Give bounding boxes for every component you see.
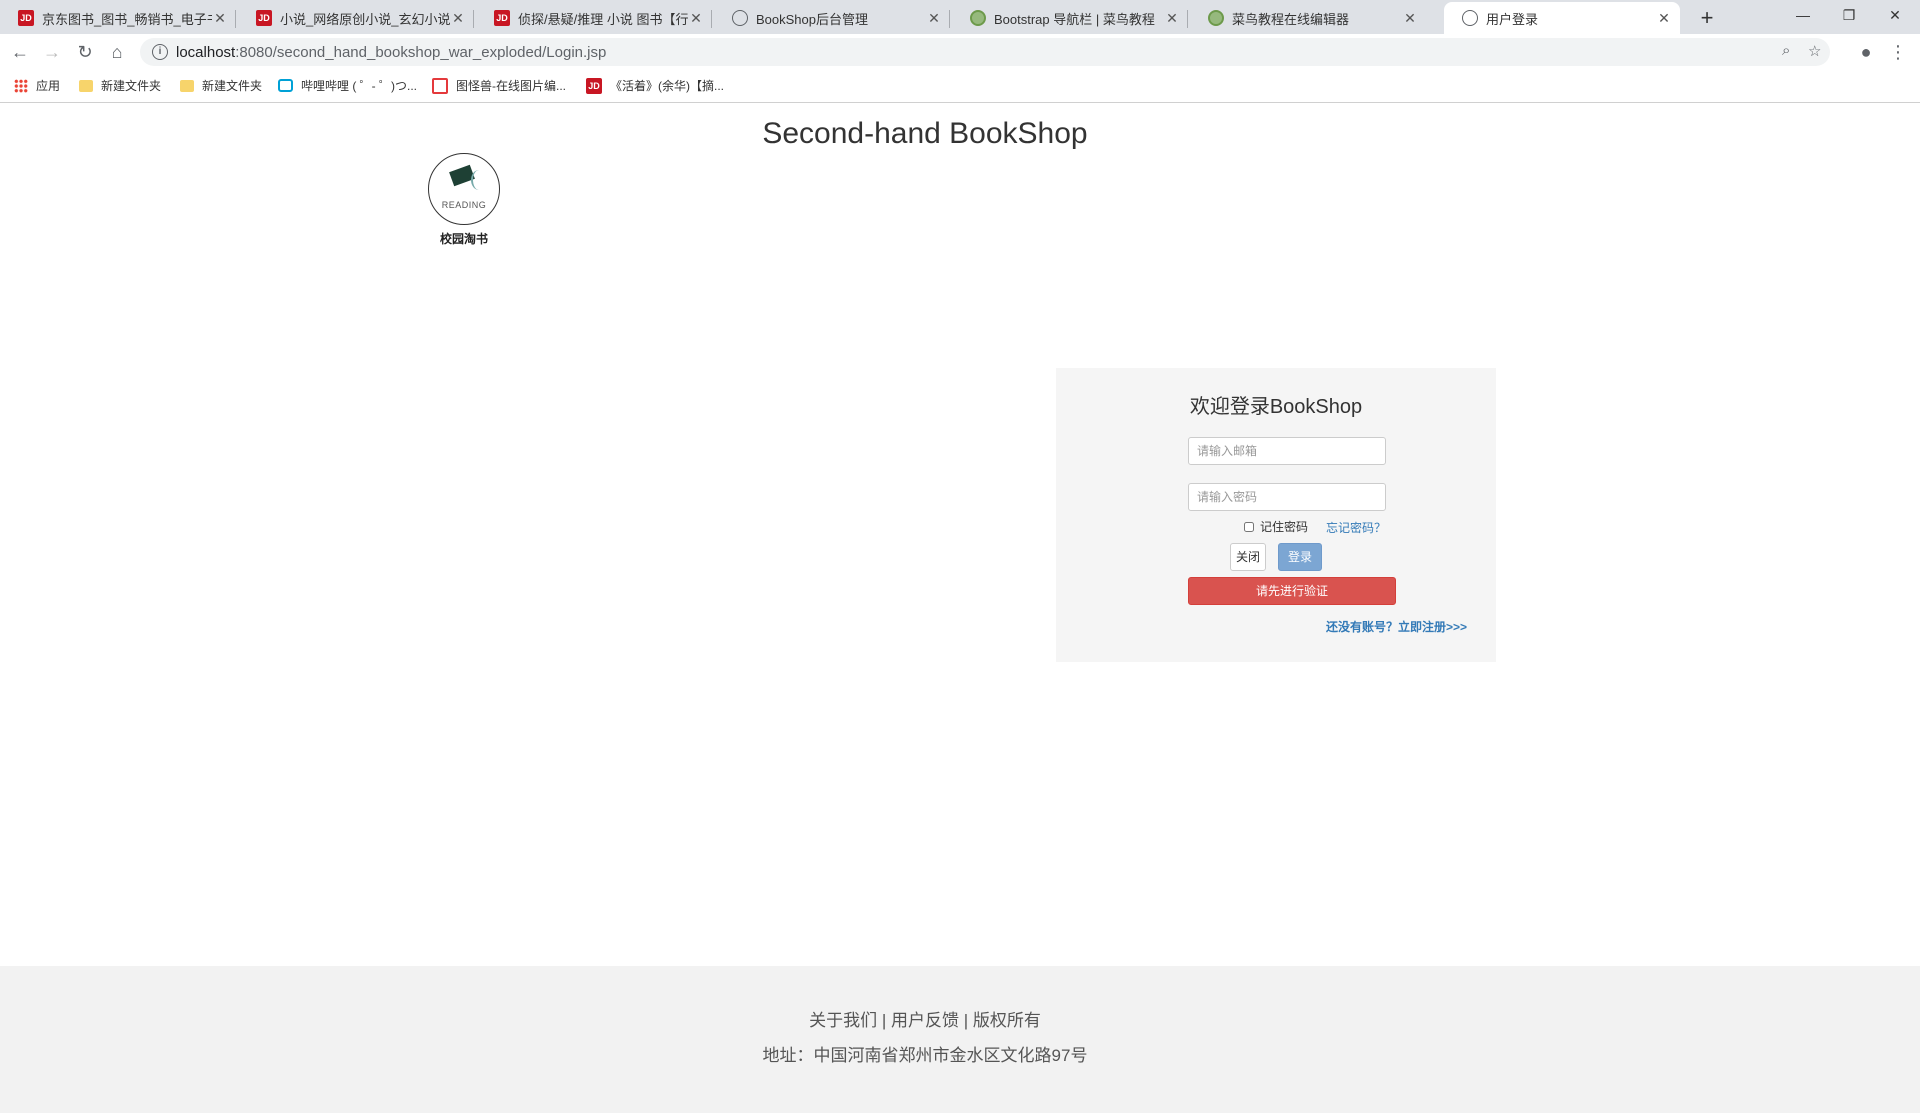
tab-jd-novels[interactable]: JD 小说_网络原创小说_玄幻小说-图 ✕ bbox=[238, 2, 474, 34]
tab-separator bbox=[949, 10, 950, 28]
tab-user-login[interactable]: 用户登录 ✕ bbox=[1444, 2, 1680, 34]
bookmark-label: 新建文件夹 bbox=[202, 79, 263, 93]
tab-title: BookShop后台管理 bbox=[756, 11, 868, 27]
back-icon[interactable]: ← bbox=[6, 38, 34, 66]
close-icon[interactable]: ✕ bbox=[1402, 10, 1418, 27]
home-icon[interactable]: ⌂ bbox=[103, 38, 131, 66]
jd-icon: JD bbox=[494, 10, 510, 26]
tab-separator bbox=[711, 10, 712, 28]
login-title: 欢迎登录BookShop bbox=[1189, 396, 1363, 418]
reload-icon[interactable]: ↻ bbox=[71, 38, 99, 66]
page-content: Second-hand BookShop READING 校园淘书 欢迎登录Bo… bbox=[0, 103, 1920, 1113]
menu-icon[interactable]: ⋮ bbox=[1884, 38, 1912, 66]
apps-icon bbox=[14, 78, 28, 93]
close-button[interactable]: 关闭 bbox=[1230, 543, 1266, 571]
account-icon[interactable]: ● bbox=[1852, 38, 1880, 66]
password-input[interactable] bbox=[1188, 483, 1386, 511]
tab-bookshop-admin[interactable]: BookShop后台管理 ✕ bbox=[714, 2, 950, 34]
jd-icon: JD bbox=[586, 77, 602, 94]
site-title: Second-hand BookShop bbox=[762, 117, 1088, 150]
runoob-icon bbox=[1208, 10, 1224, 26]
bookmark-huozhe[interactable]: JD 《活着》(余华)【摘... bbox=[586, 77, 724, 94]
login-panel: 欢迎登录BookShop 记住密码 忘记密码？ 关闭 登录 请先进行验证 还没有… bbox=[1056, 368, 1496, 662]
close-icon[interactable]: ✕ bbox=[1164, 10, 1180, 27]
remember-checkbox[interactable] bbox=[1244, 521, 1254, 532]
tab-separator bbox=[235, 10, 236, 28]
bookmark-label: 哔哩哔哩 ( ゜- ゜)つ... bbox=[301, 79, 417, 93]
register-link[interactable]: 还没有账号？立即注册>>> bbox=[1326, 618, 1467, 635]
globe-icon bbox=[732, 10, 748, 26]
runoob-icon bbox=[970, 10, 986, 26]
tab-title: 小说_网络原创小说_玄幻小说-图 bbox=[280, 11, 450, 27]
window-close-icon[interactable]: ✕ bbox=[1872, 0, 1918, 30]
bookmark-folder-1[interactable]: 新建文件夹 bbox=[79, 77, 161, 94]
close-icon[interactable]: ✕ bbox=[1656, 10, 1672, 27]
tab-bootstrap-navbar[interactable]: Bootstrap 导航栏 | 菜鸟教程 ✕ bbox=[952, 2, 1188, 34]
tuguaishou-icon bbox=[432, 77, 448, 94]
url-path: :8080/second_hand_bookshop_war_exploded/… bbox=[235, 43, 607, 61]
minimize-icon[interactable]: — bbox=[1780, 0, 1826, 30]
info-icon[interactable]: i bbox=[152, 44, 168, 60]
tab-title: 京东图书_图书_畅销书_电子书_新 bbox=[42, 11, 212, 27]
bookmark-label: 《活着》(余华)【摘... bbox=[610, 79, 724, 93]
bookmark-folder-2[interactable]: 新建文件夹 bbox=[180, 77, 262, 94]
footer-address: 地址：中国河南省郑州市金水区文化路97号 bbox=[762, 1046, 1088, 1065]
close-icon[interactable]: ✕ bbox=[450, 10, 466, 27]
close-icon[interactable]: ✕ bbox=[212, 10, 228, 27]
tab-jd-detective[interactable]: JD 侦探/悬疑/推理 小说 图书【行情 ✕ bbox=[476, 2, 712, 34]
footer-links[interactable]: 关于我们 | 用户反馈 | 版权所有 bbox=[0, 1006, 1850, 1031]
bookmark-label: 新建文件夹 bbox=[101, 79, 162, 93]
tab-title: 用户登录 bbox=[1486, 11, 1539, 27]
tab-title: 菜鸟教程在线编辑器 bbox=[1232, 11, 1350, 27]
folder-icon bbox=[79, 79, 93, 92]
forward-icon[interactable]: → bbox=[38, 38, 66, 66]
bilibili-icon bbox=[278, 79, 293, 92]
bookmark-label: 应用 bbox=[36, 79, 61, 93]
close-icon[interactable]: ✕ bbox=[926, 10, 942, 27]
remember-password[interactable]: 记住密码 bbox=[1244, 518, 1308, 535]
bookmark-label: 图怪兽-在线图片编... bbox=[456, 79, 566, 93]
jd-icon: JD bbox=[18, 10, 34, 26]
login-button[interactable]: 登录 bbox=[1278, 543, 1322, 571]
tab-strip: JD 京东图书_图书_畅销书_电子书_新 ✕ JD 小说_网络原创小说_玄幻小说… bbox=[0, 0, 1920, 34]
remember-label: 记住密码 bbox=[1260, 520, 1309, 534]
verify-button[interactable]: 请先进行验证 bbox=[1188, 577, 1396, 605]
new-tab-icon[interactable]: + bbox=[1693, 4, 1721, 32]
bookmark-apps[interactable]: 应用 bbox=[14, 77, 60, 94]
site-logo: READING bbox=[428, 153, 500, 225]
bookmark-tuguaishou[interactable]: 图怪兽-在线图片编... bbox=[432, 77, 566, 94]
tab-jd-books[interactable]: JD 京东图书_图书_畅销书_电子书_新 ✕ bbox=[0, 2, 236, 34]
logo-caption: 校园淘书 bbox=[439, 232, 488, 246]
leaf-icon bbox=[471, 170, 487, 190]
address-bar[interactable]: i localhost:8080/second_hand_bookshop_wa… bbox=[140, 38, 1830, 66]
tab-title: 侦探/悬疑/推理 小说 图书【行情 bbox=[518, 11, 688, 27]
zoom-icon[interactable]: ⌕ bbox=[1782, 42, 1790, 59]
email-input[interactable] bbox=[1188, 437, 1386, 465]
globe-icon bbox=[1462, 10, 1478, 26]
bookmarks-bar: 应用 新建文件夹 新建文件夹 哔哩哔哩 ( ゜- ゜)つ... 图怪兽-在线图片… bbox=[0, 70, 1920, 103]
tab-runoob-editor[interactable]: 菜鸟教程在线编辑器 ✕ bbox=[1190, 2, 1426, 34]
jd-icon: JD bbox=[256, 10, 272, 26]
url-host: localhost bbox=[176, 43, 236, 61]
bookmark-bilibili[interactable]: 哔哩哔哩 ( ゜- ゜)つ... bbox=[278, 77, 417, 94]
close-icon[interactable]: ✕ bbox=[688, 10, 704, 27]
tab-separator bbox=[473, 10, 474, 28]
folder-icon bbox=[180, 79, 194, 92]
browser-toolbar: ← → ↻ ⌂ i localhost:8080/second_hand_boo… bbox=[0, 34, 1920, 70]
tab-title: Bootstrap 导航栏 | 菜鸟教程 bbox=[994, 11, 1155, 27]
restore-icon[interactable]: ❐ bbox=[1826, 0, 1872, 30]
logo-word: READING bbox=[441, 200, 487, 210]
forgot-password-link[interactable]: 忘记密码？ bbox=[1326, 519, 1386, 536]
star-icon[interactable]: ☆ bbox=[1808, 42, 1821, 60]
tab-separator bbox=[1187, 10, 1188, 28]
